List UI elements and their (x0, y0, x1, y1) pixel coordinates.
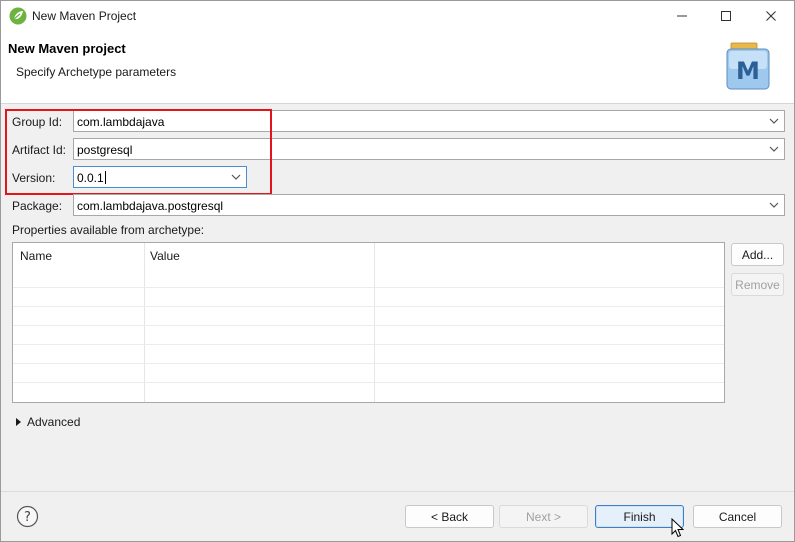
remove-property-button[interactable]: Remove (731, 273, 784, 296)
table-row (13, 306, 724, 307)
window-title: New Maven Project (32, 9, 137, 23)
maven-logo-icon: M (726, 42, 770, 90)
page-title: New Maven project (8, 41, 126, 56)
table-row (13, 325, 724, 326)
properties-table[interactable]: Name Value (12, 242, 725, 403)
table-row (13, 363, 724, 364)
back-button[interactable]: < Back (405, 505, 494, 528)
chevron-down-icon[interactable] (768, 142, 780, 156)
table-row (13, 287, 724, 288)
properties-label: Properties available from archetype: (12, 223, 205, 237)
advanced-toggle[interactable]: Advanced (14, 415, 80, 429)
column-header-name[interactable]: Name (20, 249, 52, 263)
next-button[interactable]: Next > (499, 505, 588, 528)
table-row (13, 344, 724, 345)
page-subtitle: Specify Archetype parameters (16, 65, 177, 79)
svg-text:M: M (736, 57, 760, 85)
maximize-icon (721, 11, 731, 21)
title-bar: New Maven Project (1, 1, 794, 31)
close-button[interactable] (748, 1, 794, 31)
table-row (13, 382, 724, 383)
mouse-pointer-icon (671, 518, 685, 538)
package-label: Package: (12, 199, 63, 213)
chevron-down-icon[interactable] (768, 198, 780, 212)
package-combo[interactable]: com.lambdajava.postgresql (73, 194, 785, 216)
minimize-icon (677, 15, 687, 17)
add-property-button[interactable]: Add... (731, 243, 784, 266)
expand-arrow-icon (16, 418, 21, 426)
package-value: com.lambdajava.postgresql (77, 199, 224, 213)
cancel-button[interactable]: Cancel (693, 505, 782, 528)
highlight-annotation (5, 109, 272, 195)
advanced-label: Advanced (27, 415, 81, 429)
wizard-banner: New Maven project Specify Archetype para… (1, 31, 794, 104)
spring-leaf-icon (9, 7, 27, 25)
column-divider (144, 243, 145, 402)
minimize-button[interactable] (659, 1, 705, 31)
footer-divider (1, 491, 794, 492)
chevron-down-icon[interactable] (768, 114, 780, 128)
new-maven-project-dialog: New Maven Project New Maven project Spec… (0, 0, 795, 542)
help-icon[interactable]: ? (16, 505, 39, 528)
svg-text:?: ? (24, 510, 31, 525)
column-divider (374, 243, 375, 402)
close-icon (766, 11, 776, 21)
column-header-value[interactable]: Value (150, 249, 180, 263)
maximize-button[interactable] (703, 1, 749, 31)
